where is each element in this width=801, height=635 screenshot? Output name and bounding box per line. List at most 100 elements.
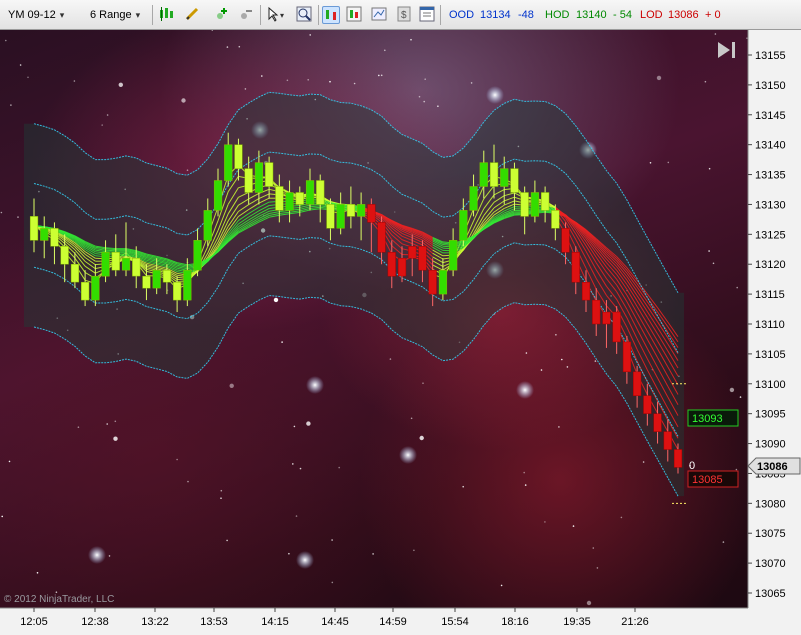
time-tick-label: 18:16 (501, 616, 529, 628)
candle-body (612, 311, 621, 343)
star (286, 79, 289, 82)
candle-body (29, 216, 39, 241)
candle-body (81, 281, 90, 301)
star (566, 366, 569, 368)
remove-indicator-icon[interactable] (238, 6, 254, 22)
chart-panel[interactable]: 13155 13150 13145 13140 13135 13130 13125 13120… (0, 30, 801, 635)
time-axis: 12:05 12:38 13:22 13:53 14:15 14:45 14:59 15:54… (0, 607, 801, 635)
candle-body (346, 204, 356, 217)
star (309, 34, 312, 36)
star (281, 341, 283, 343)
scroll-end-bar (732, 42, 735, 58)
star (620, 516, 623, 519)
instrument-selector[interactable]: YM 09-12 (8, 6, 64, 24)
toolbar-separator (152, 5, 153, 25)
candle-body (132, 257, 141, 277)
bright-star (486, 86, 504, 104)
star (594, 360, 597, 362)
star (118, 82, 124, 87)
properties-icon[interactable] (419, 6, 435, 22)
star (596, 567, 599, 569)
candle-body (60, 246, 69, 265)
candle-body (285, 192, 294, 211)
candle-body (234, 144, 243, 169)
star (331, 539, 333, 541)
star (729, 387, 735, 393)
candle-body (633, 371, 642, 396)
candle-body (530, 192, 540, 217)
ood-value: 13134 (480, 9, 511, 21)
add-indicator-icon[interactable] (214, 6, 230, 22)
lower-marker-label: 13085 (692, 474, 723, 486)
candle-body (203, 210, 212, 241)
star (226, 539, 228, 542)
star (238, 45, 241, 48)
bar-type-icon[interactable] (322, 6, 340, 24)
star (226, 46, 229, 48)
price-tick-label: 13080 (755, 498, 786, 510)
star (410, 38, 412, 41)
ood-change: -48 (518, 9, 534, 21)
candle-body (581, 281, 591, 301)
candle-body (305, 180, 315, 205)
period-selector[interactable]: 6 Range (90, 6, 140, 24)
hod-value: 13140 (576, 9, 607, 21)
star (642, 461, 645, 463)
data-box-icon[interactable] (371, 6, 387, 22)
cash-icon[interactable]: $ (396, 6, 412, 22)
star (331, 581, 334, 584)
candle-body (428, 269, 437, 295)
star (73, 80, 76, 82)
candle-body (121, 257, 131, 271)
star (592, 547, 595, 549)
candle-body (142, 275, 151, 289)
time-tick-label: 12:05 (20, 616, 48, 628)
price-chart[interactable]: 13155 13150 13145 13140 13135 13130 13125 13120… (0, 30, 801, 635)
star (220, 489, 223, 492)
candle-body (254, 162, 264, 193)
star (722, 541, 725, 543)
star (523, 471, 525, 474)
bright-star (88, 546, 106, 564)
price-tick-label: 13150 (755, 80, 786, 92)
candle-body (510, 168, 519, 193)
price-tick-label: 13065 (755, 588, 786, 600)
candle-body (377, 222, 386, 253)
copyright-text: © 2012 NinjaTrader, LLC (4, 594, 115, 605)
star (739, 396, 742, 398)
price-tick-label: 13095 (755, 409, 786, 421)
candle-body (643, 395, 652, 414)
star (649, 162, 652, 164)
star (273, 297, 279, 303)
candle-body (653, 413, 662, 432)
pointer-icon[interactable]: ▾ (266, 6, 284, 22)
candlestick-icon[interactable] (158, 6, 174, 22)
ood-label: OOD (449, 9, 475, 21)
bright-star (306, 376, 324, 394)
candle-body (397, 257, 407, 277)
star (106, 114, 109, 116)
zoom-icon[interactable] (296, 6, 312, 22)
pencil-icon[interactable] (184, 6, 200, 22)
star (524, 484, 527, 486)
candle-body (541, 192, 550, 211)
star (413, 549, 415, 552)
lod-change: + 0 (705, 9, 721, 21)
star (17, 216, 19, 218)
candle-body (183, 269, 192, 301)
time-tick-label: 14:45 (321, 616, 349, 628)
candle-body (244, 168, 253, 193)
star (211, 30, 214, 31)
price-tick-label: 13115 (755, 289, 785, 301)
star (295, 515, 298, 517)
star (558, 426, 560, 428)
candle-body (571, 252, 580, 283)
chart-style-icon[interactable] (346, 6, 362, 22)
candle-body (449, 240, 458, 271)
star (419, 435, 424, 441)
star (113, 436, 118, 441)
candle-body (479, 162, 488, 187)
star (299, 467, 302, 470)
candle-body (489, 162, 499, 187)
star (261, 75, 263, 77)
